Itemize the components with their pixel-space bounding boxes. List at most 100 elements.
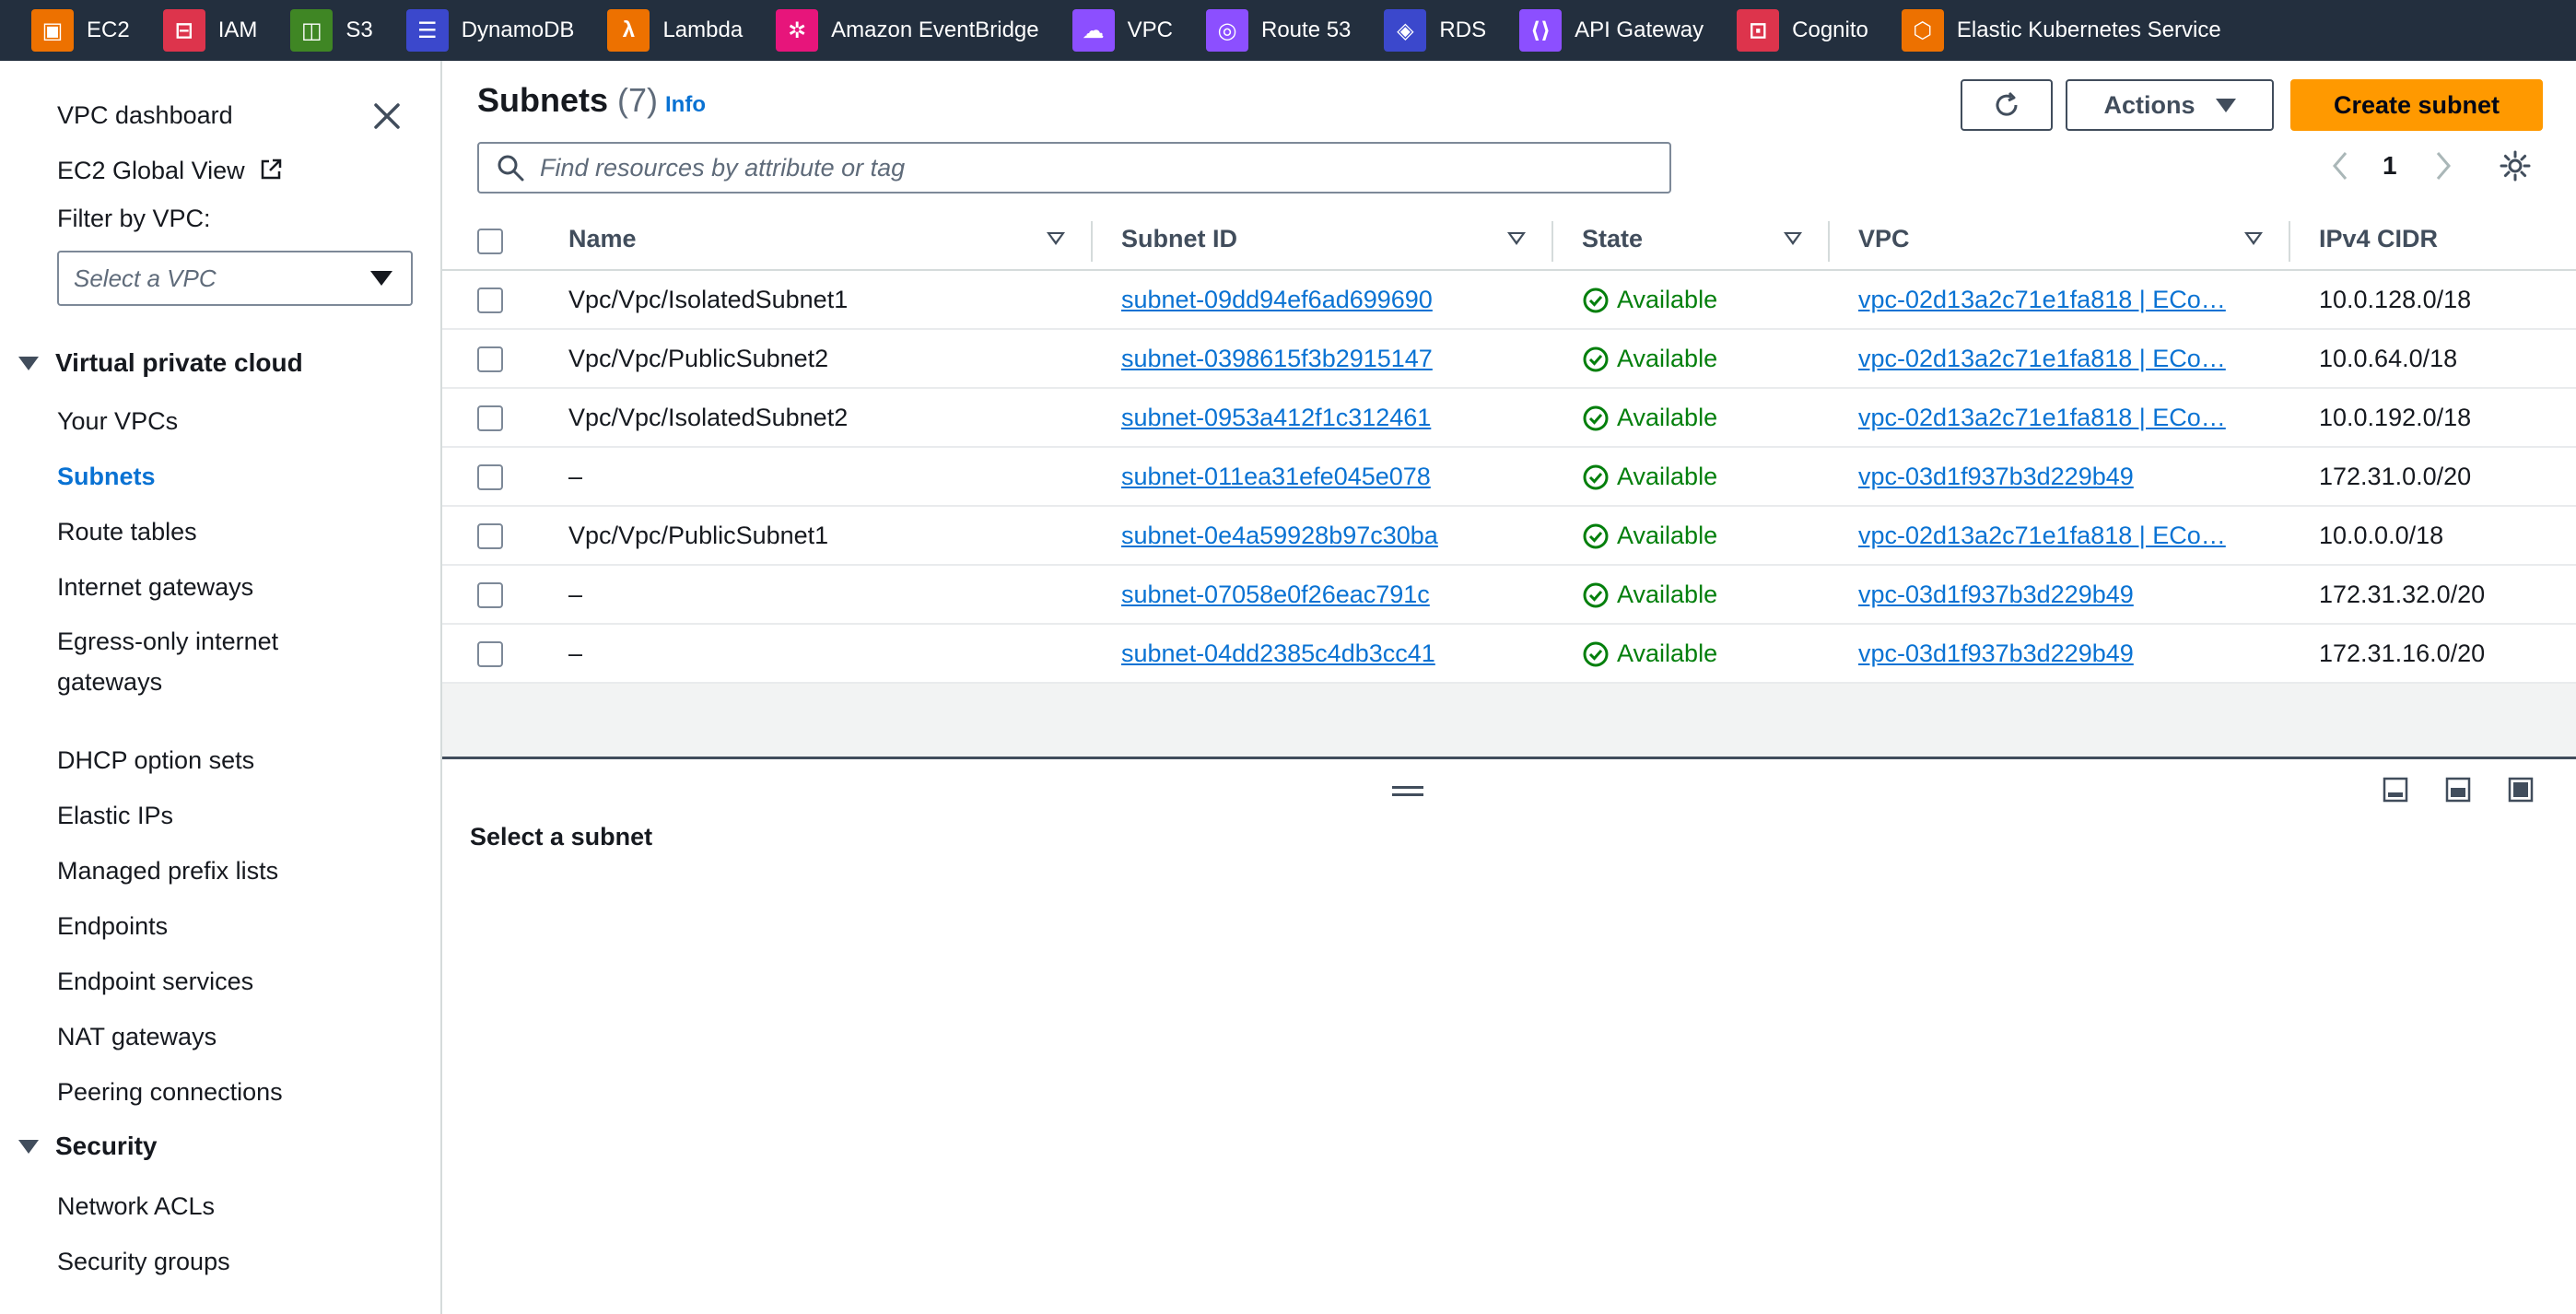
gear-icon[interactable] (2499, 149, 2532, 182)
previous-page-icon[interactable] (2327, 147, 2355, 184)
column-header-vpc[interactable]: VPC (1858, 225, 1910, 253)
column-header-subnet-id[interactable]: Subnet ID (1121, 225, 1237, 253)
panel-bottom-icon[interactable] (2383, 777, 2408, 803)
sidebar-item-ec2-global-view[interactable]: EC2 Global View (57, 157, 283, 185)
service-shortcut-eks[interactable]: ⬡ Elastic Kubernetes Service (1901, 0, 2221, 61)
actions-dropdown-button[interactable]: Actions (2066, 79, 2274, 131)
sidebar-item-dhcp-option-sets[interactable]: DHCP option sets (57, 746, 254, 775)
sort-icon[interactable] (1047, 232, 1065, 245)
table-row[interactable]: Vpc/Vpc/IsolatedSubnet1 subnet-09dd94ef6a… (442, 271, 2576, 330)
vpc-id-link[interactable]: vpc-03d1f937b3d229b49 (1858, 463, 2245, 491)
route53-icon: ◎ (1206, 9, 1248, 52)
sidebar-item-nat-gateways[interactable]: NAT gateways (57, 1023, 217, 1051)
status-text: Available (1617, 463, 1718, 490)
service-shortcut-s3[interactable]: ◫ S3 (290, 0, 373, 61)
service-shortcut-rds[interactable]: ◈ RDS (1384, 0, 1486, 61)
sidebar-item-elastic-ips[interactable]: Elastic IPs (57, 802, 173, 830)
column-divider[interactable] (1091, 221, 1093, 262)
table-row[interactable]: Vpc/Vpc/PublicSubnet2 subnet-0398615f3b29… (442, 330, 2576, 389)
sidebar-item-endpoint-services[interactable]: Endpoint services (57, 968, 253, 996)
ec2-icon: ▣ (31, 9, 74, 52)
vpc-id-link[interactable]: vpc-02d13a2c71e1fa818 | ECo… (1858, 522, 2245, 550)
row-checkbox[interactable] (477, 582, 503, 608)
section-virtual-private-cloud[interactable]: Virtual private cloud (18, 348, 303, 378)
row-checkbox[interactable] (477, 346, 503, 372)
service-shortcut-api-gateway[interactable]: ⟨⟩ API Gateway (1519, 0, 1704, 61)
sidebar-item-network-acls[interactable]: Network ACLs (57, 1192, 215, 1221)
table-row[interactable]: – subnet-04dd2385c4db3cc41 Available vpc-03… (442, 625, 2576, 684)
cell-name: Vpc/Vpc/IsolatedSubnet2 (568, 404, 849, 431)
subnet-id-link[interactable]: subnet-04dd2385c4db3cc41 (1121, 639, 1435, 668)
select-all-checkbox[interactable] (477, 229, 503, 254)
search-input[interactable] (540, 153, 1645, 182)
check-circle-icon (1583, 405, 1609, 430)
table-row[interactable]: Vpc/Vpc/PublicSubnet1 subnet-0e4a59928b97… (442, 507, 2576, 566)
row-checkbox[interactable] (477, 464, 503, 490)
table-row[interactable]: Vpc/Vpc/IsolatedSubnet2 subnet-0953a412f1… (442, 389, 2576, 448)
column-divider[interactable] (1828, 221, 1830, 262)
column-divider[interactable] (1551, 221, 1553, 262)
subnet-id-link[interactable]: subnet-0398615f3b2915147 (1121, 345, 1433, 373)
section-security[interactable]: Security (18, 1132, 158, 1161)
vpc-filter-select[interactable]: Select a VPC (57, 251, 413, 306)
refresh-button[interactable] (1961, 79, 2053, 131)
vpc-id-link[interactable]: vpc-02d13a2c71e1fa818 | ECo… (1858, 404, 2245, 432)
service-shortcut-ec2[interactable]: ▣ EC2 (31, 0, 130, 61)
subnet-id-link[interactable]: subnet-07058e0f26eac791c (1121, 581, 1430, 609)
service-shortcut-dynamodb[interactable]: ☰ DynamoDB (405, 0, 575, 61)
column-header-state[interactable]: State (1582, 225, 1643, 253)
column-divider[interactable] (2289, 221, 2290, 262)
panel-side-icon[interactable] (2445, 777, 2471, 803)
service-label: S3 (345, 18, 373, 42)
service-shortcut-eventbridge[interactable]: ✲ Amazon EventBridge (776, 0, 1039, 61)
panel-full-icon[interactable] (2508, 777, 2534, 803)
row-checkbox[interactable] (477, 523, 503, 549)
sidebar-item-vpc-dashboard[interactable]: VPC dashboard (57, 101, 233, 130)
sidebar-item-egress-only-internet-gateways[interactable]: Egress-only internet gateways (57, 621, 334, 702)
resource-count: (7) (617, 81, 659, 119)
close-icon[interactable] (369, 98, 405, 135)
sidebar-item-managed-prefix-lists[interactable]: Managed prefix lists (57, 857, 278, 886)
sidebar-item-endpoints[interactable]: Endpoints (57, 912, 168, 941)
subnet-id-link[interactable]: subnet-0e4a59928b97c30ba (1121, 522, 1438, 550)
subnet-id-link[interactable]: subnet-011ea31efe045e078 (1121, 463, 1431, 491)
sort-icon[interactable] (2244, 232, 2263, 245)
service-label: DynamoDB (461, 18, 575, 42)
row-checkbox[interactable] (477, 405, 503, 431)
sidebar-item-security-groups[interactable]: Security groups (57, 1248, 230, 1276)
row-checkbox[interactable] (477, 287, 503, 313)
subnet-id-link[interactable]: subnet-0953a412f1c312461 (1121, 404, 1431, 432)
resize-handle[interactable] (1392, 786, 1423, 801)
service-label: Elastic Kubernetes Service (1956, 18, 2221, 42)
sidebar-item-subnets[interactable]: Subnets (57, 463, 156, 491)
table-footer (442, 684, 2576, 759)
row-checkbox[interactable] (477, 641, 503, 667)
column-header-name[interactable]: Name (568, 225, 637, 253)
check-circle-icon (1583, 287, 1609, 312)
sidebar-item-peering-connections[interactable]: Peering connections (57, 1078, 283, 1107)
service-shortcut-vpc[interactable]: ☁ VPC (1071, 0, 1173, 61)
sort-icon[interactable] (1784, 232, 1802, 245)
service-shortcut-iam[interactable]: ⊟ IAM (162, 0, 257, 61)
sort-icon[interactable] (1507, 232, 1526, 245)
sidebar-item-route-tables[interactable]: Route tables (57, 518, 197, 546)
vpc-id-link[interactable]: vpc-03d1f937b3d229b49 (1858, 581, 2245, 609)
current-page-number[interactable]: 1 (2383, 151, 2397, 181)
table-row[interactable]: – subnet-07058e0f26eac791c Available vpc-03… (442, 566, 2576, 625)
sidebar-item-internet-gateways[interactable]: Internet gateways (57, 573, 253, 602)
next-page-icon[interactable] (2429, 147, 2456, 184)
eventbridge-icon: ✲ (776, 9, 819, 52)
column-header-ipv4-cidr[interactable]: IPv4 CIDR (2319, 225, 2438, 253)
vpc-id-link[interactable]: vpc-03d1f937b3d229b49 (1858, 639, 2245, 668)
vpc-id-link[interactable]: vpc-02d13a2c71e1fa818 | ECo… (1858, 286, 2245, 314)
section-label: Security (55, 1132, 158, 1160)
service-shortcut-lambda[interactable]: λ Lambda (607, 0, 743, 61)
service-shortcut-cognito[interactable]: ⊡ Cognito (1737, 0, 1868, 61)
vpc-id-link[interactable]: vpc-02d13a2c71e1fa818 | ECo… (1858, 345, 2245, 373)
service-shortcut-route53[interactable]: ◎ Route 53 (1206, 0, 1351, 61)
create-subnet-button[interactable]: Create subnet (2290, 79, 2543, 131)
subnet-id-link[interactable]: subnet-09dd94ef6ad699690 (1121, 286, 1433, 314)
info-link[interactable]: Info (665, 92, 706, 118)
sidebar-item-your-vpcs[interactable]: Your VPCs (57, 407, 178, 436)
table-row[interactable]: – subnet-011ea31efe045e078 Available vpc-03… (442, 448, 2576, 507)
